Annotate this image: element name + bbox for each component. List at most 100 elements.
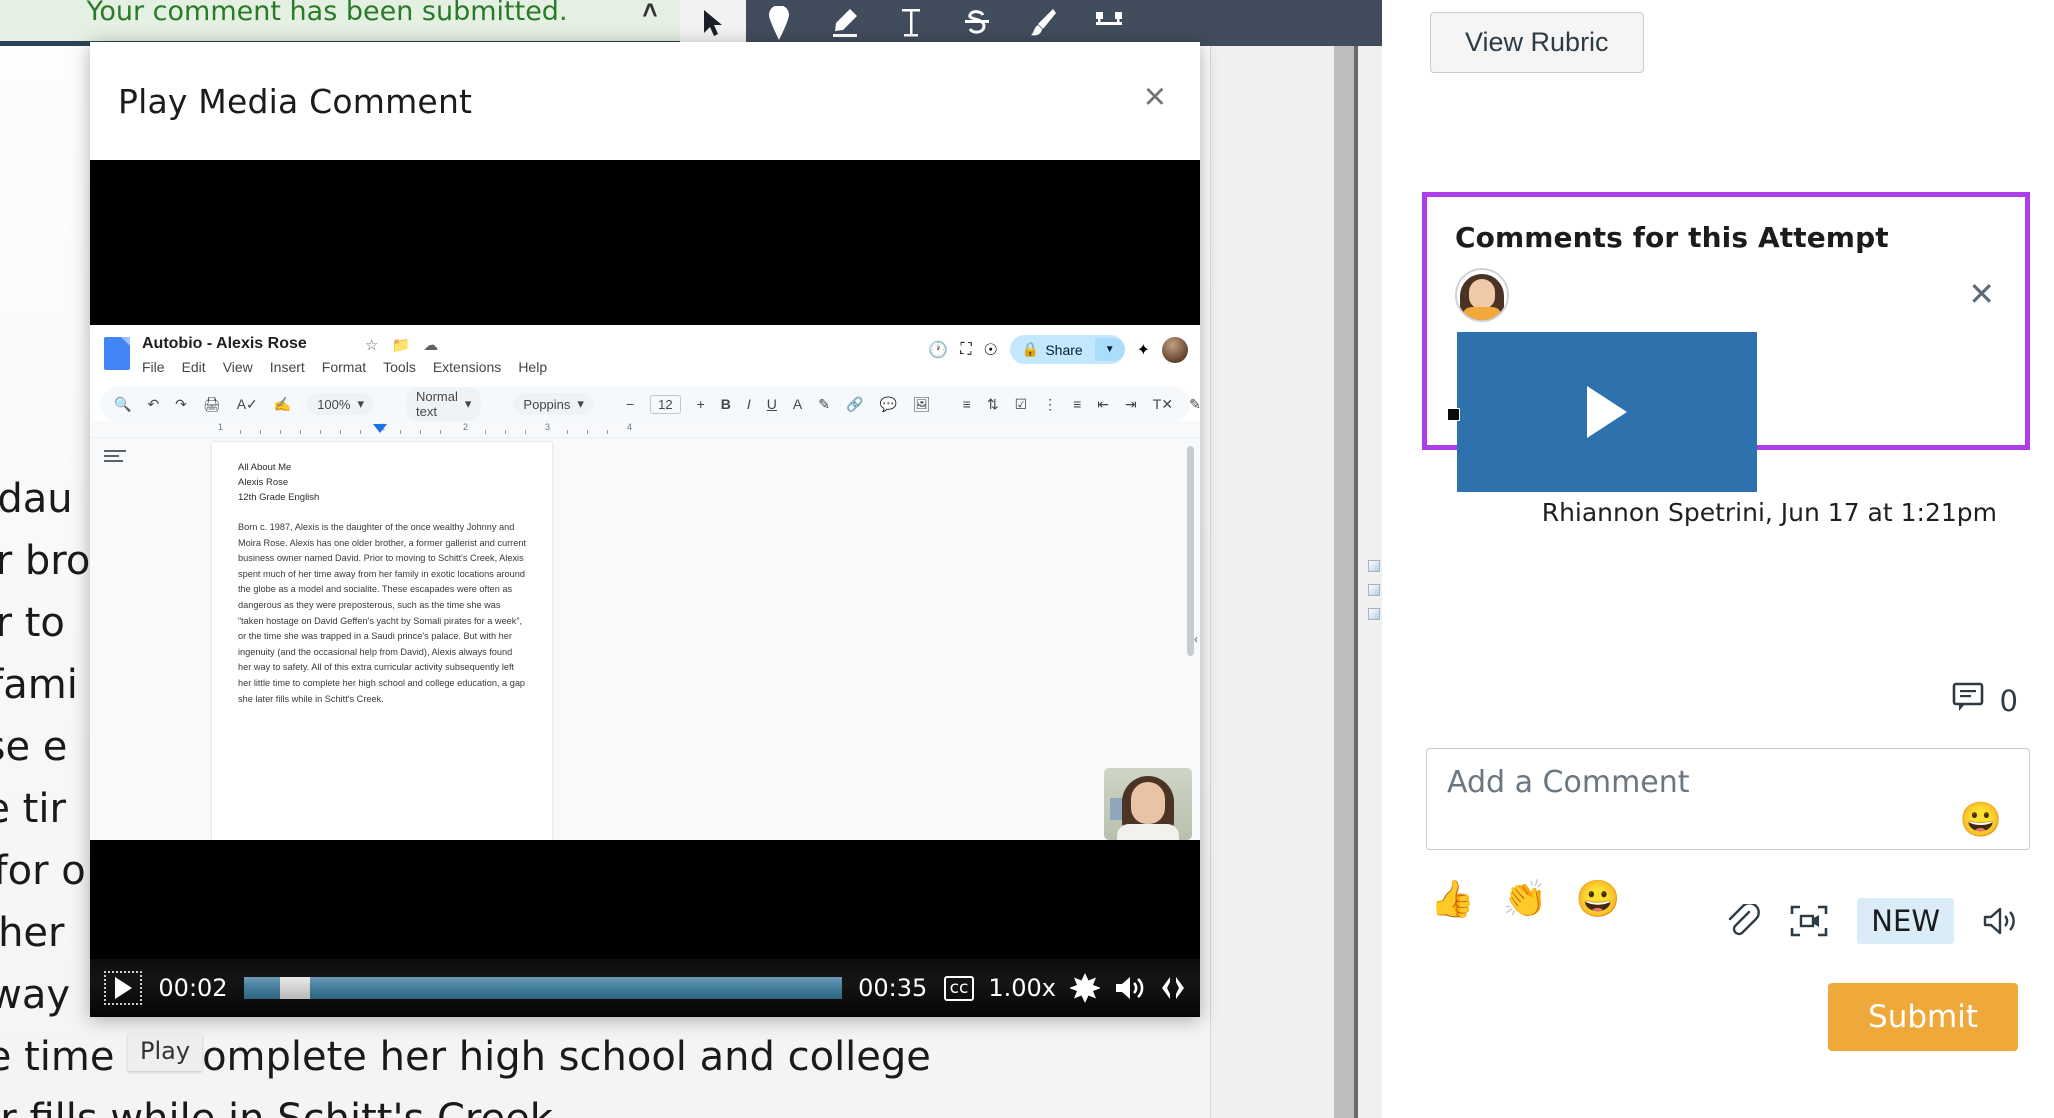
font-value: Poppins (523, 396, 571, 412)
play-icon (1587, 386, 1627, 438)
insert-link-button[interactable]: 🔗 (846, 396, 863, 413)
clear-formatting-button[interactable]: T✕ (1153, 396, 1173, 413)
gdoc-user-avatar[interactable] (1162, 336, 1188, 363)
seek-bar-handle[interactable] (279, 977, 310, 999)
area-box-tool[interactable] (1076, 0, 1142, 46)
point-pin-tool[interactable] (746, 0, 812, 46)
share-caret-icon[interactable]: ▼ (1094, 338, 1125, 361)
gdoc-menu-format[interactable]: Format (322, 359, 366, 375)
playback-rate-button[interactable]: 1.00x (988, 974, 1056, 1002)
seek-bar[interactable] (244, 977, 842, 999)
insert-image-button[interactable]: 🖼 (913, 396, 931, 413)
captions-button[interactable]: cc (943, 975, 975, 1001)
text-tool[interactable] (878, 0, 944, 46)
gemini-sparkle-icon[interactable]: ✦ (1137, 340, 1150, 360)
new-badge[interactable]: NEW (1857, 898, 1954, 944)
document-outline-icon[interactable] (104, 450, 126, 464)
clap-reaction[interactable]: 👏 (1503, 878, 1548, 920)
comment-author-meta: Rhiannon Spetrini, Jun 17 at 1:21pm (1541, 498, 1997, 527)
gdoc-zoom-select[interactable]: 100% ▾ (307, 393, 374, 415)
move-folder-icon[interactable]: 📁 (391, 336, 410, 354)
play-button[interactable] (104, 971, 142, 1005)
strikethrough-tool[interactable] (944, 0, 1010, 46)
text-color-button[interactable]: A (793, 396, 802, 412)
presenter-webcam-overlay (1104, 768, 1192, 840)
resize-dot (1368, 584, 1380, 596)
volume-icon[interactable] (1114, 974, 1146, 1002)
search-icon[interactable]: 🔍 (114, 396, 131, 413)
italic-button[interactable]: I (747, 396, 751, 412)
gdoc-mode-selector[interactable]: ✎ Editing ▾ ▴ (1189, 395, 1200, 413)
gdoc-scrollbar[interactable] (1187, 446, 1194, 656)
paint-format-icon[interactable]: ✍ (274, 396, 291, 413)
print-icon[interactable]: 🖨 (203, 396, 221, 413)
underline-button[interactable]: U (767, 396, 777, 412)
gdoc-menu-help[interactable]: Help (518, 359, 547, 375)
gdoc-menu-view[interactable]: View (223, 359, 253, 375)
redo-icon[interactable]: ↷ (175, 396, 187, 413)
numbered-list-button[interactable]: ≡ (1073, 396, 1081, 412)
view-rubric-button[interactable]: View Rubric (1430, 12, 1644, 73)
select-cursor-tool[interactable] (680, 0, 746, 46)
gdoc-style-select[interactable]: Normal text ▾ (405, 386, 482, 422)
gdoc-share-button[interactable]: 🔒 Share ▼ (1009, 335, 1125, 364)
font-size-decrease-button[interactable]: − (626, 396, 634, 412)
font-size-increase-button[interactable]: + (697, 396, 705, 412)
gdoc-font-select[interactable]: Poppins ▾ (513, 393, 594, 415)
annotation-anchor-marker (1447, 408, 1460, 421)
flash-close-icon[interactable]: ˄ (620, 0, 680, 26)
thumbs-up-reaction[interactable]: 👍 (1430, 878, 1475, 920)
fullscreen-icon[interactable] (1160, 975, 1186, 1001)
comment-close-icon[interactable]: ✕ (1968, 278, 1995, 310)
dialog-close-icon[interactable]: × (1144, 78, 1166, 116)
gdoc-menu-edit[interactable]: Edit (182, 359, 206, 375)
undo-icon[interactable]: ↶ (147, 396, 159, 413)
star-icon[interactable]: ☆ (365, 336, 378, 354)
comment-item: ✕ Rhiannon Spetrini, Jun 17 at 1:21pm (1447, 268, 1997, 527)
add-comment-button[interactable]: 💬 (879, 396, 896, 413)
comment-video-thumbnail[interactable] (1447, 332, 1757, 492)
dialog-title: Play Media Comment (118, 81, 473, 121)
emoji-picker-icon[interactable]: 😀 (1960, 800, 2002, 840)
record-video-icon[interactable] (1789, 904, 1829, 938)
gdoc-menu-file[interactable]: File (142, 359, 165, 375)
submit-comment-button[interactable]: Submit (1828, 983, 2018, 1051)
present-icon[interactable]: ⛶ (960, 341, 971, 359)
highlight-color-button[interactable]: ✎ (818, 396, 830, 413)
gdoc-menu-tools[interactable]: Tools (383, 359, 416, 375)
spellcheck-icon[interactable]: A✓ (237, 396, 258, 413)
draw-brush-tool[interactable] (1010, 0, 1076, 46)
resize-dot (1368, 560, 1380, 572)
decrease-indent-button[interactable]: ⇤ (1097, 396, 1109, 413)
bulleted-list-button[interactable]: ⋮ (1043, 396, 1057, 413)
document-scrollbar-edge (1354, 0, 1358, 1118)
gdoc-menu-insert[interactable]: Insert (270, 359, 305, 375)
highlight-tool[interactable] (812, 0, 878, 46)
style-value: Normal text (415, 389, 458, 419)
video-player[interactable]: Autobio - Alexis Rose ☆ 📁 ☁ File Edit Vi… (90, 160, 1200, 1017)
current-time: 00:02 (158, 974, 228, 1002)
flash-message: Your comment has been submitted. (86, 0, 568, 27)
document-scrollbar[interactable] (1334, 0, 1354, 1118)
add-comment-input[interactable] (1426, 748, 2030, 850)
attach-file-icon[interactable] (1723, 904, 1761, 938)
meet-icon[interactable]: ☉ (984, 340, 998, 360)
align-button[interactable]: ≡ (963, 396, 971, 412)
settings-star-icon[interactable] (1070, 973, 1100, 1003)
gdoc-menu-extensions[interactable]: Extensions (433, 359, 501, 375)
gdoc-heading-line: Alexis Rose (238, 477, 289, 488)
grin-reaction[interactable]: 😀 (1576, 878, 1621, 920)
comments-for-attempt-section: Comments for this Attempt ✕ Rhiannon Spe… (1422, 192, 2030, 527)
collapse-webcam-icon[interactable]: ‹ (1194, 632, 1198, 646)
indent-marker[interactable] (373, 424, 387, 433)
record-audio-icon[interactable] (1982, 905, 2020, 937)
comments-section-title: Comments for this Attempt (1455, 221, 1889, 254)
gdoc-body: All About Me Alexis Rose 12th Grade Engl… (90, 438, 1200, 840)
checklist-button[interactable]: ☑ (1015, 396, 1028, 413)
font-size-value[interactable]: 12 (650, 394, 681, 414)
bold-button[interactable]: B (721, 396, 731, 412)
version-history-icon[interactable]: 🕐 (928, 340, 948, 360)
line-spacing-button[interactable]: ⇅ (987, 396, 999, 413)
increase-indent-button[interactable]: ⇥ (1125, 396, 1137, 413)
chevron-down-icon: ▾ (577, 396, 584, 411)
